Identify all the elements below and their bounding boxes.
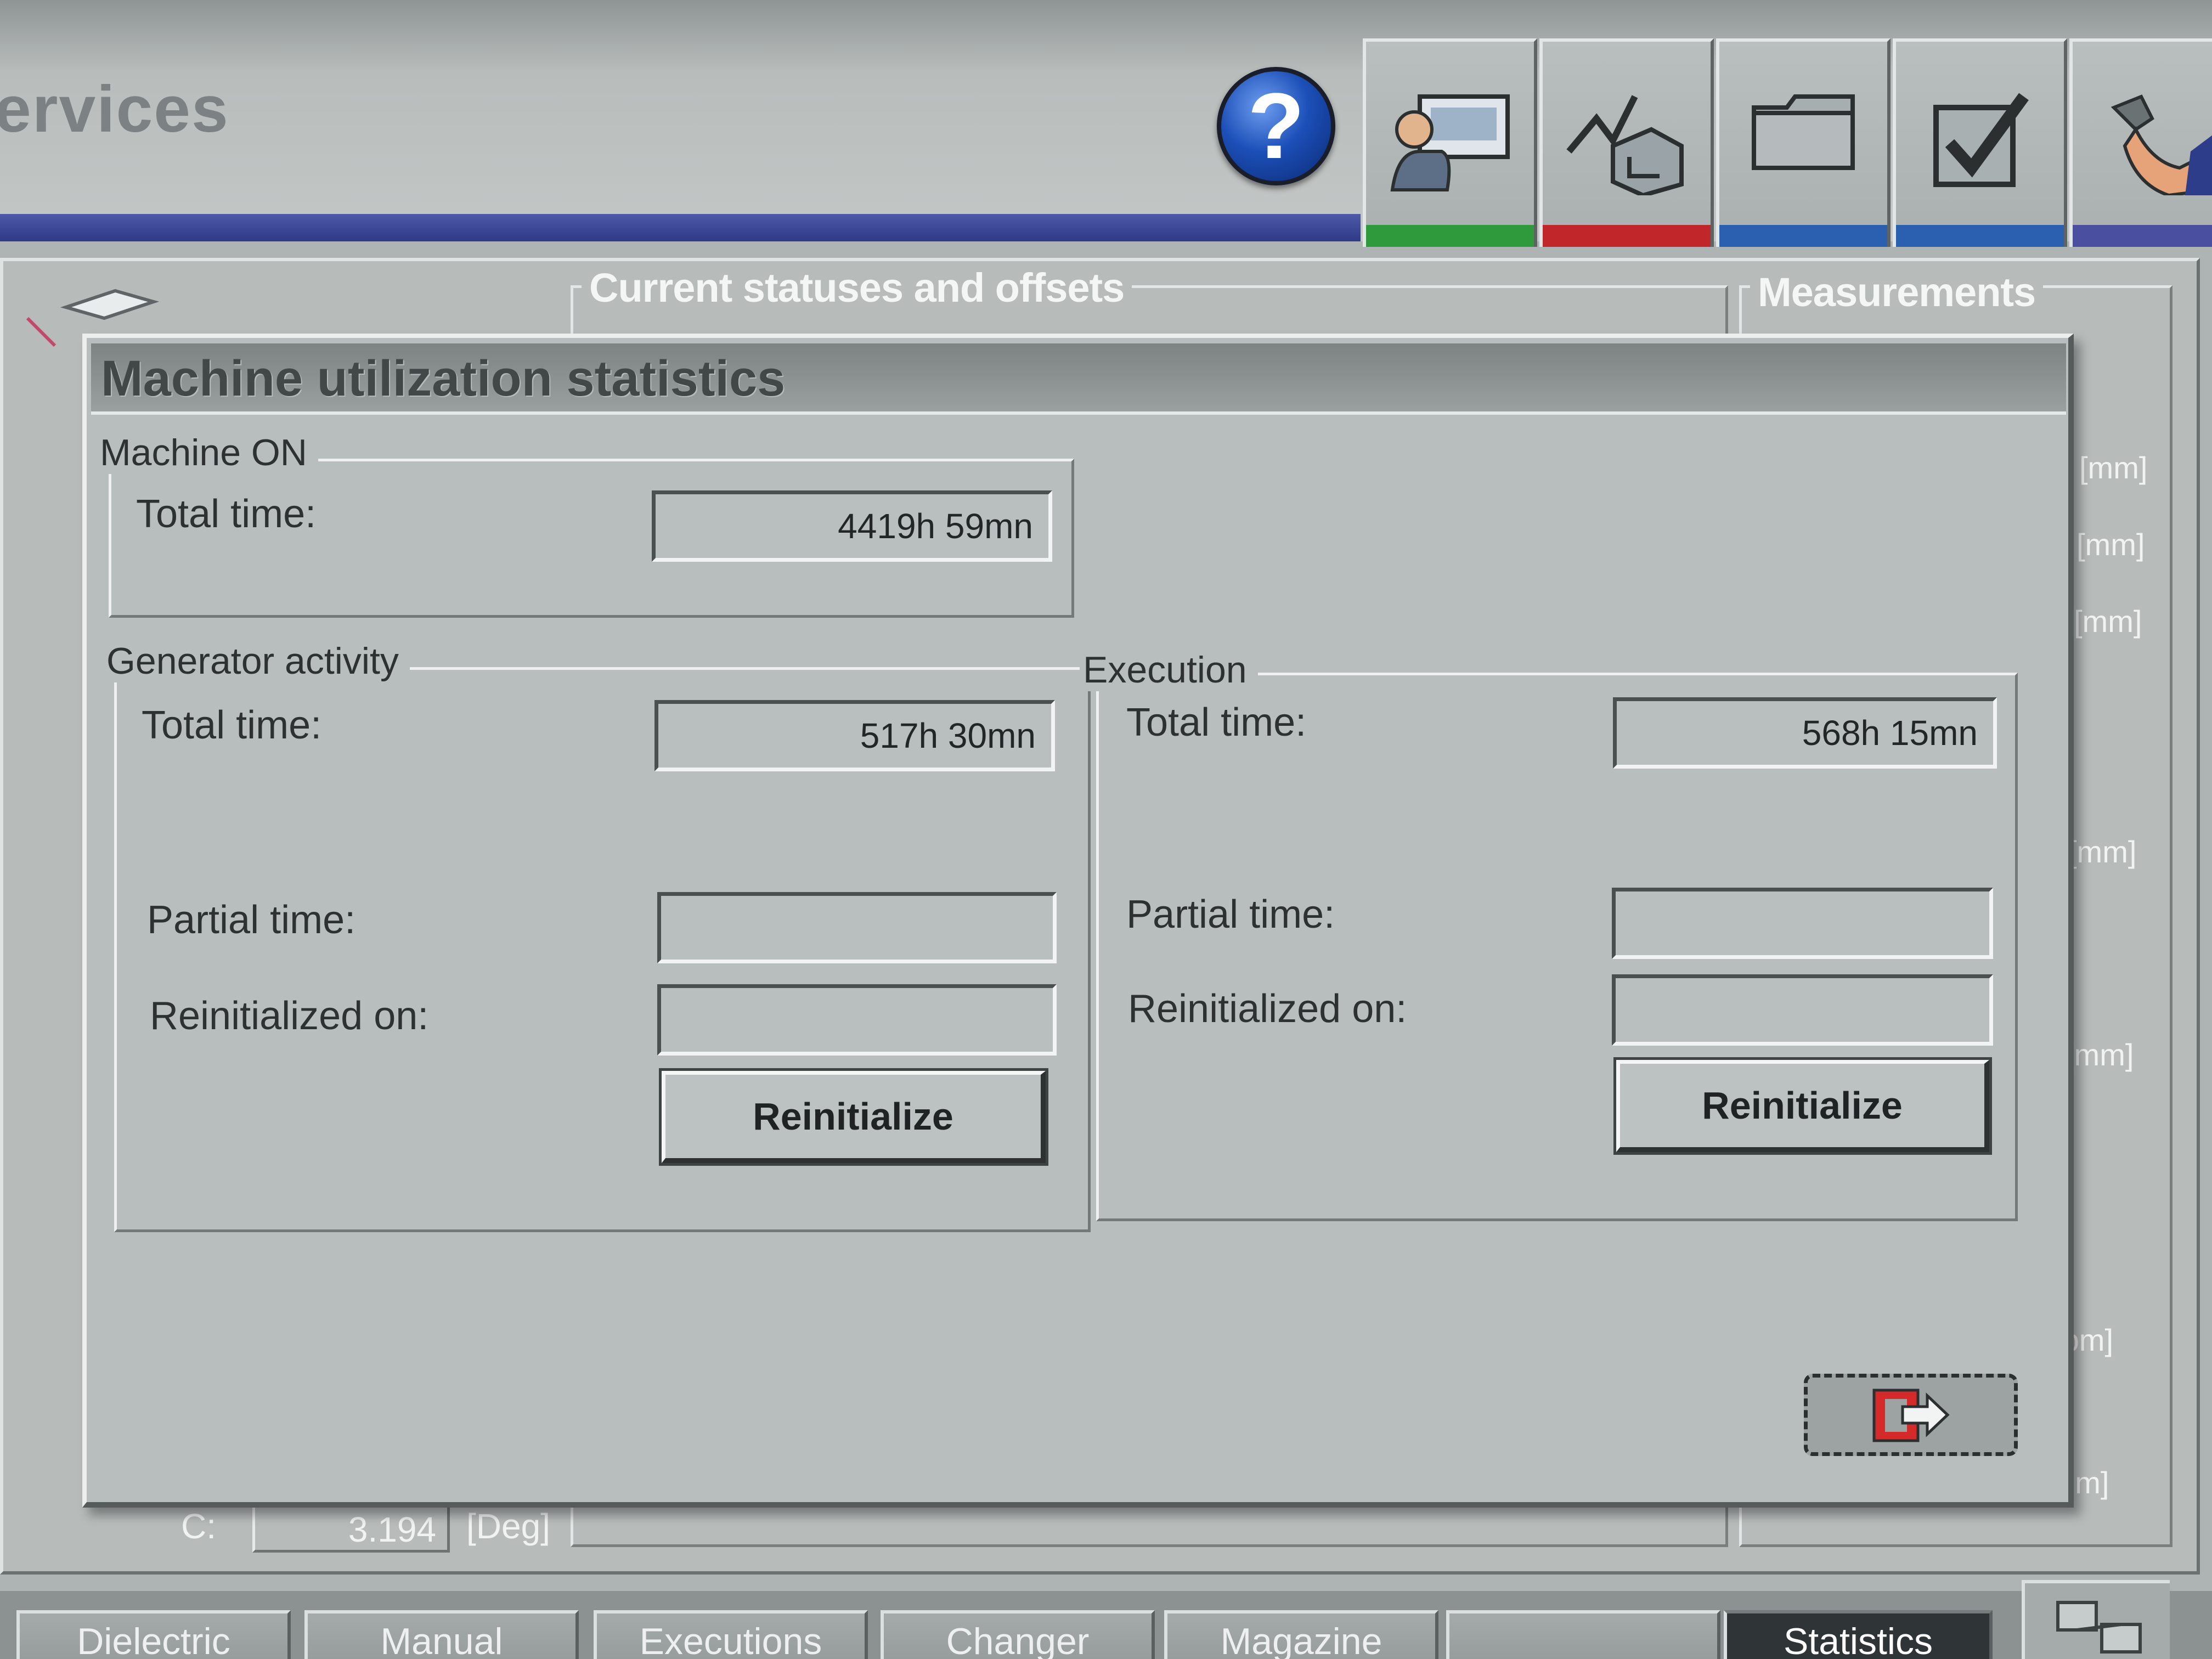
execution-partial-field [1612,888,1993,959]
dialog-titlebar: Machine utilization statistics [91,343,2066,415]
generator-title: Generator activity [103,640,410,682]
unit-label: [mm] [2066,1037,2134,1072]
axis-c-label: C: [181,1506,216,1546]
operator-console-icon [1390,94,1510,191]
machine-on-total-field: 4419h 59mn [652,490,1052,562]
axis-c-value: 3.194 [348,1510,436,1549]
tool-button-process[interactable] [1539,38,1714,247]
help-button[interactable]: ? [1217,67,1335,185]
generator-total-label: Total time: [142,703,322,747]
unit-label: [mm] [2079,450,2148,485]
dialog-title: Machine utilization statistics [101,351,786,407]
checkbox-icon [1933,93,2029,187]
generator-reinit-label: Reinitialized on: [150,994,429,1038]
execution-title: Execution [1080,648,1258,691]
header-stripe [0,214,1361,241]
wrench-hand-icon [2111,94,2212,195]
app-title: ervices [0,72,229,146]
execution-reinit-label: Reinitialized on: [1128,987,1407,1031]
tab-executions[interactable]: Executions [594,1610,868,1659]
generator-reinitialize-button[interactable]: Reinitialize [659,1068,1048,1166]
tool-color-bar [1543,225,1711,247]
tool-button-files[interactable] [1716,38,1891,247]
axis-c-unit: [Deg] [466,1506,550,1546]
execution-total-field: 568h 15mn [1613,697,1997,769]
execution-partial-label: Partial time: [1126,893,1335,936]
execution-reinit-field [1612,974,1993,1046]
execution-total-label: Total time: [1126,701,1307,744]
unit-label: [mm] [2068,834,2137,869]
generator-partial-field [657,892,1057,963]
statistics-dialog: Machine utilization statistics Machine O… [82,334,2074,1508]
tab-dielectric[interactable]: Dielectric [16,1610,291,1659]
network-icon [2056,1601,2142,1654]
tab-changer[interactable]: Changer [881,1610,1155,1659]
tool-color-bar [2073,225,2212,247]
measurements-title: Measurements [1750,269,2044,315]
unit-label: [mm] [2074,604,2142,639]
folder-icon [1752,94,1855,170]
machine-on-total-label: Total time: [136,492,317,536]
execution-reinitialize-button[interactable]: Reinitialize [1613,1057,1992,1155]
exit-arrow-icon [1872,1389,1950,1442]
machine-on-title: Machine ON [97,431,318,474]
tool-color-bar [1366,225,1534,247]
tab-utility-button[interactable] [2022,1580,2170,1659]
generator-partial-label: Partial time: [147,898,356,942]
machining-process-icon [1566,95,1684,195]
tab-manual[interactable]: Manual [304,1610,579,1659]
axis-c-field: 3.194 [252,1503,450,1553]
tab-magazine[interactable]: Magazine [1164,1610,1438,1659]
exit-button[interactable] [1804,1374,2018,1456]
tab-empty[interactable] [1446,1610,1720,1659]
tab-statistics[interactable]: Statistics [1724,1610,1993,1659]
current-status-title: Current statuses and offsets [582,264,1132,311]
generator-total-field: 517h 30mn [654,700,1055,771]
tool-color-bar [1896,225,2064,247]
unit-label: [mm] [2076,527,2145,562]
tool-button-operator[interactable] [1363,38,1537,247]
generator-reinit-field [657,984,1057,1056]
tool-button-maintenance[interactable] [2069,38,2212,247]
tool-color-bar [1719,225,1887,247]
tool-button-validate[interactable] [1893,38,2067,247]
